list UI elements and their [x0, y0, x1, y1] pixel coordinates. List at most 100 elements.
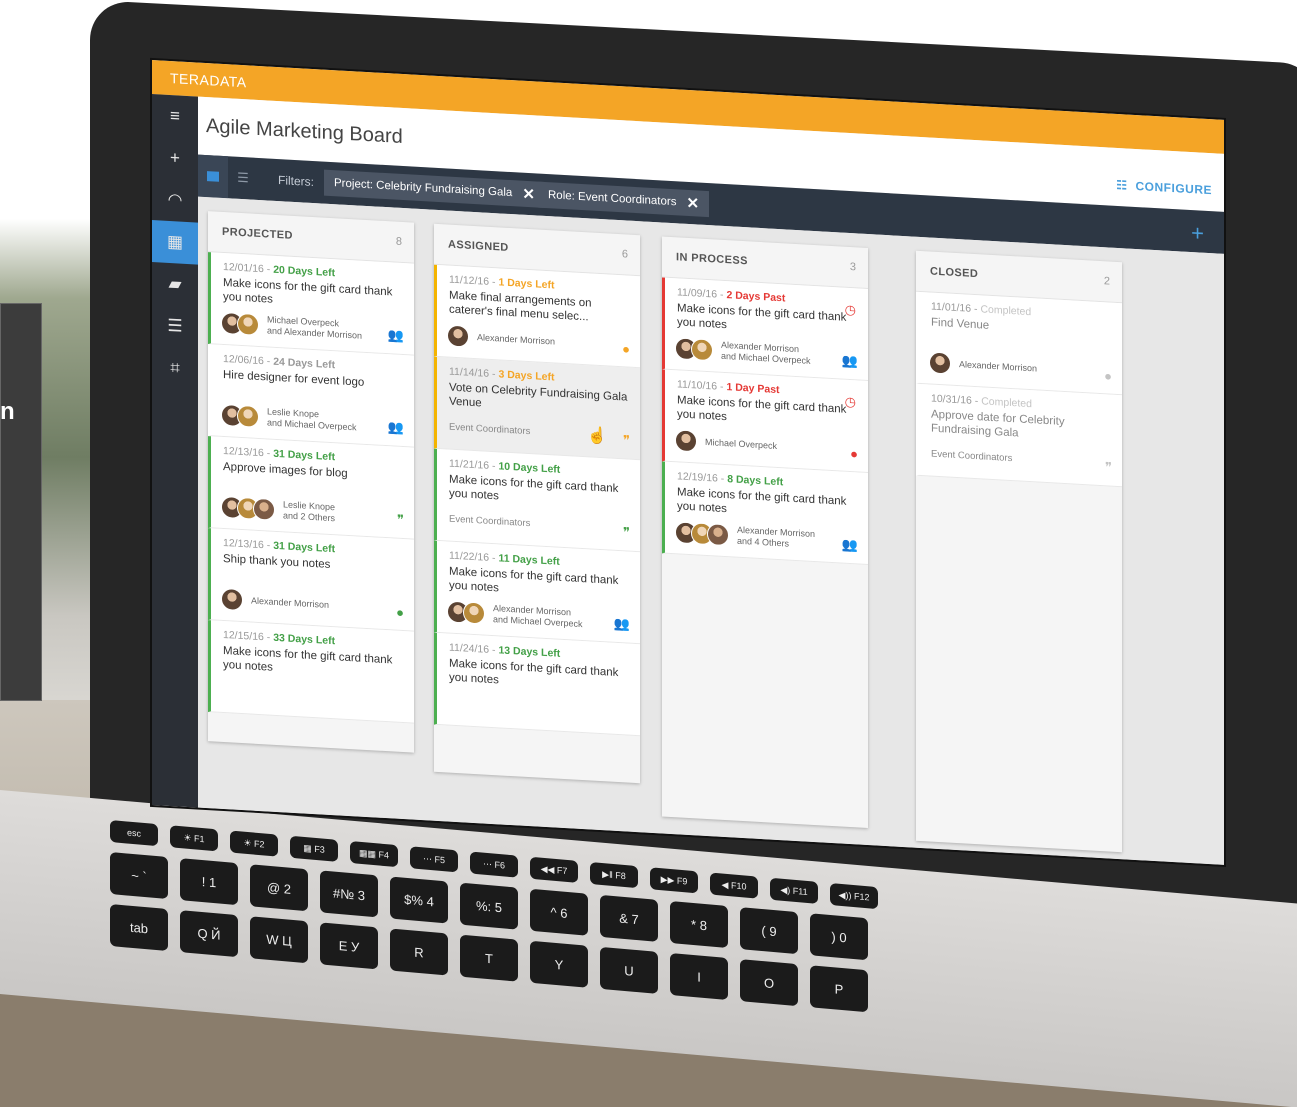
- sidebar-item-chat[interactable]: ▰: [152, 262, 198, 307]
- keyboard-key: I: [670, 952, 728, 1001]
- card-date: 11/10/16 -: [677, 378, 727, 394]
- card-due-status: Completed: [980, 303, 1032, 319]
- filter-chip-role[interactable]: Role: Event Coordinators ✕: [538, 181, 710, 218]
- column-title: CLOSED: [930, 265, 979, 281]
- card-date: 11/01/16 -: [931, 300, 981, 316]
- hand-cursor-icon: ☝: [587, 427, 607, 446]
- clock-icon: ◷: [844, 301, 856, 318]
- task-card[interactable]: 12/06/16 - 24 Days Left Hire designer for…: [208, 344, 414, 448]
- avatar: [237, 404, 259, 428]
- card-role: Event Coordinators: [449, 513, 531, 530]
- card-date: 11/24/16 -: [449, 641, 499, 657]
- card-assignees: Alexander Morrison: [929, 351, 1037, 379]
- group-icon: 👥: [841, 536, 858, 553]
- group-icon: 👥: [387, 419, 404, 436]
- keyboard-key: Q Й: [180, 910, 238, 958]
- person-icon: ●: [850, 446, 858, 462]
- sidebar-item-dashboard-gauge[interactable]: ◠: [152, 178, 198, 223]
- task-card[interactable]: 12/01/16 - 20 Days Left Make icons for th…: [208, 252, 414, 356]
- sidebar-item-sliders[interactable]: ☰: [152, 304, 198, 349]
- avatar-stack: [221, 495, 275, 521]
- task-card[interactable]: 11/22/16 - 11 Days Left Make icons for th…: [434, 540, 640, 645]
- avatar-stack: [221, 587, 243, 612]
- sidebar-item-board[interactable]: ▦: [152, 220, 198, 265]
- keyboard-key: ) 0: [810, 913, 868, 961]
- list-view-button[interactable]: ☰: [228, 156, 258, 200]
- card-date: 11/14/16 -: [449, 365, 499, 381]
- keyboard-key: R: [390, 928, 448, 976]
- menu-icon: ≡: [170, 106, 180, 126]
- card-role: Event Coordinators: [449, 421, 531, 438]
- person-icon: ●: [396, 604, 404, 621]
- keyboard-key: %: 5: [460, 882, 518, 930]
- keyboard-key: $% 4: [390, 876, 448, 924]
- assignee-names: Alexander Morrison: [959, 359, 1037, 374]
- task-card[interactable]: 12/13/16 - 31 Days Left Ship thank you no…: [208, 528, 414, 632]
- card-date: 12/19/16 -: [677, 470, 728, 486]
- card-due-status: 33 Days Left: [273, 631, 336, 648]
- keyboard-key: ▶▶ F9: [650, 867, 698, 894]
- sidebar-item-crop[interactable]: ⌗: [152, 346, 198, 391]
- task-card[interactable]: 10/31/16 - Completed Approve date for Cel…: [916, 383, 1122, 488]
- filter-chip-project[interactable]: Project: Celebrity Fundraising Gala ✕: [324, 169, 545, 208]
- card-date: 11/12/16 -: [449, 273, 499, 289]
- task-card[interactable]: 11/10/16 - 1 Day Past Make icons for the …: [662, 369, 868, 474]
- app-screen: TERADATA ≡ + ◠ ▦ ▰ ☰ ⌗ Agile Marketing Board ☷…: [152, 60, 1224, 865]
- close-icon[interactable]: ✕: [522, 185, 535, 204]
- keyboard-key: P: [810, 965, 868, 1013]
- task-card[interactable]: 11/09/16 - 2 Days Past Make icons for the…: [662, 277, 868, 382]
- assignee-names: Michael Overpeck: [705, 436, 777, 451]
- sidebar-item-plus[interactable]: +: [152, 136, 198, 181]
- keyboard-key: ▦▦ F4: [350, 840, 398, 868]
- task-card[interactable]: 11/24/16 - 13 Days Left Make icons for th…: [434, 632, 640, 737]
- column-in-process: IN PROCESS 3 11/09/16 - 2 Days Past Make ic…: [662, 236, 868, 829]
- avatar-stack: [221, 311, 259, 336]
- keyboard-key: ▶‖ F8: [590, 861, 638, 889]
- close-icon[interactable]: ✕: [686, 194, 699, 213]
- card-date: 10/31/16 -: [931, 392, 982, 408]
- keyboard-key: ~ `: [110, 852, 168, 900]
- add-card-button[interactable]: +: [1191, 220, 1204, 247]
- keyboard-key: * 8: [670, 900, 728, 949]
- card-due-status: 10 Days Left: [498, 460, 561, 476]
- card-assignees: Michael Overpeck and Alexander Morrison: [221, 311, 362, 342]
- task-card[interactable]: 12/19/16 - 8 Days Left Make icons for the…: [662, 461, 868, 566]
- keyboard-key: ^ 6: [530, 888, 588, 936]
- assignee-names: Alexander Morrison and 4 Others: [737, 525, 815, 551]
- task-card[interactable]: 12/13/16 - 31 Days Left Approve images fo…: [208, 436, 414, 540]
- assignee-names: Alexander Morrison and Michael Overpeck: [721, 340, 811, 367]
- card-date: 11/22/16 -: [449, 549, 499, 565]
- task-card[interactable]: 11/14/16 - 3 Days Left Vote on Celebrity …: [434, 356, 640, 461]
- assignee-name: Michael Overpeck: [705, 436, 778, 451]
- task-card[interactable]: 11/01/16 - Completed Find Venue Alexander …: [916, 291, 1122, 396]
- card-date: 11/09/16 -: [677, 286, 727, 302]
- card-title: Make final arrangements on caterer's fin…: [449, 289, 592, 324]
- avatar-stack: [675, 337, 713, 362]
- clock-icon: ◷: [844, 393, 856, 410]
- sidebar-item-menu[interactable]: ≡: [152, 94, 198, 139]
- keyboard-key: ☀ F2: [230, 830, 278, 857]
- board-view-button[interactable]: [198, 154, 228, 199]
- task-card[interactable]: 12/15/16 - 33 Days Left Make icons for th…: [208, 620, 414, 724]
- card-due-status: 2 Days Past: [726, 289, 786, 305]
- keyboard-key: @ 2: [250, 864, 308, 912]
- person-icon: ●: [1104, 368, 1112, 384]
- avatar-stack: [221, 403, 259, 428]
- card-title: Make icons for the gift card thank you n…: [223, 644, 393, 674]
- group-icon: 👥: [387, 327, 404, 344]
- keyboard-key: & 7: [600, 894, 658, 942]
- sliders-icon: ☷: [1116, 177, 1128, 193]
- column-count: 6: [621, 248, 628, 261]
- column-count: 8: [395, 235, 402, 248]
- card-assignees: Leslie Knope and 2 Others: [221, 495, 336, 524]
- card-due-status: 24 Days Left: [273, 355, 336, 372]
- quote-icon: ❞: [1105, 459, 1112, 475]
- card-due-status: 1 Day Past: [726, 381, 780, 397]
- task-card[interactable]: 11/12/16 - 1 Days Left Make final arrange…: [434, 264, 640, 369]
- assignee-more: and 2 Others: [283, 510, 336, 524]
- assignee-names: Alexander Morrison and Michael Overpeck: [493, 603, 583, 630]
- task-card[interactable]: 11/21/16 - 10 Days Left Make icons for th…: [434, 448, 640, 553]
- column-count: 3: [849, 261, 856, 274]
- avatar-stack: [447, 600, 485, 625]
- quote-icon: ❞: [623, 432, 630, 448]
